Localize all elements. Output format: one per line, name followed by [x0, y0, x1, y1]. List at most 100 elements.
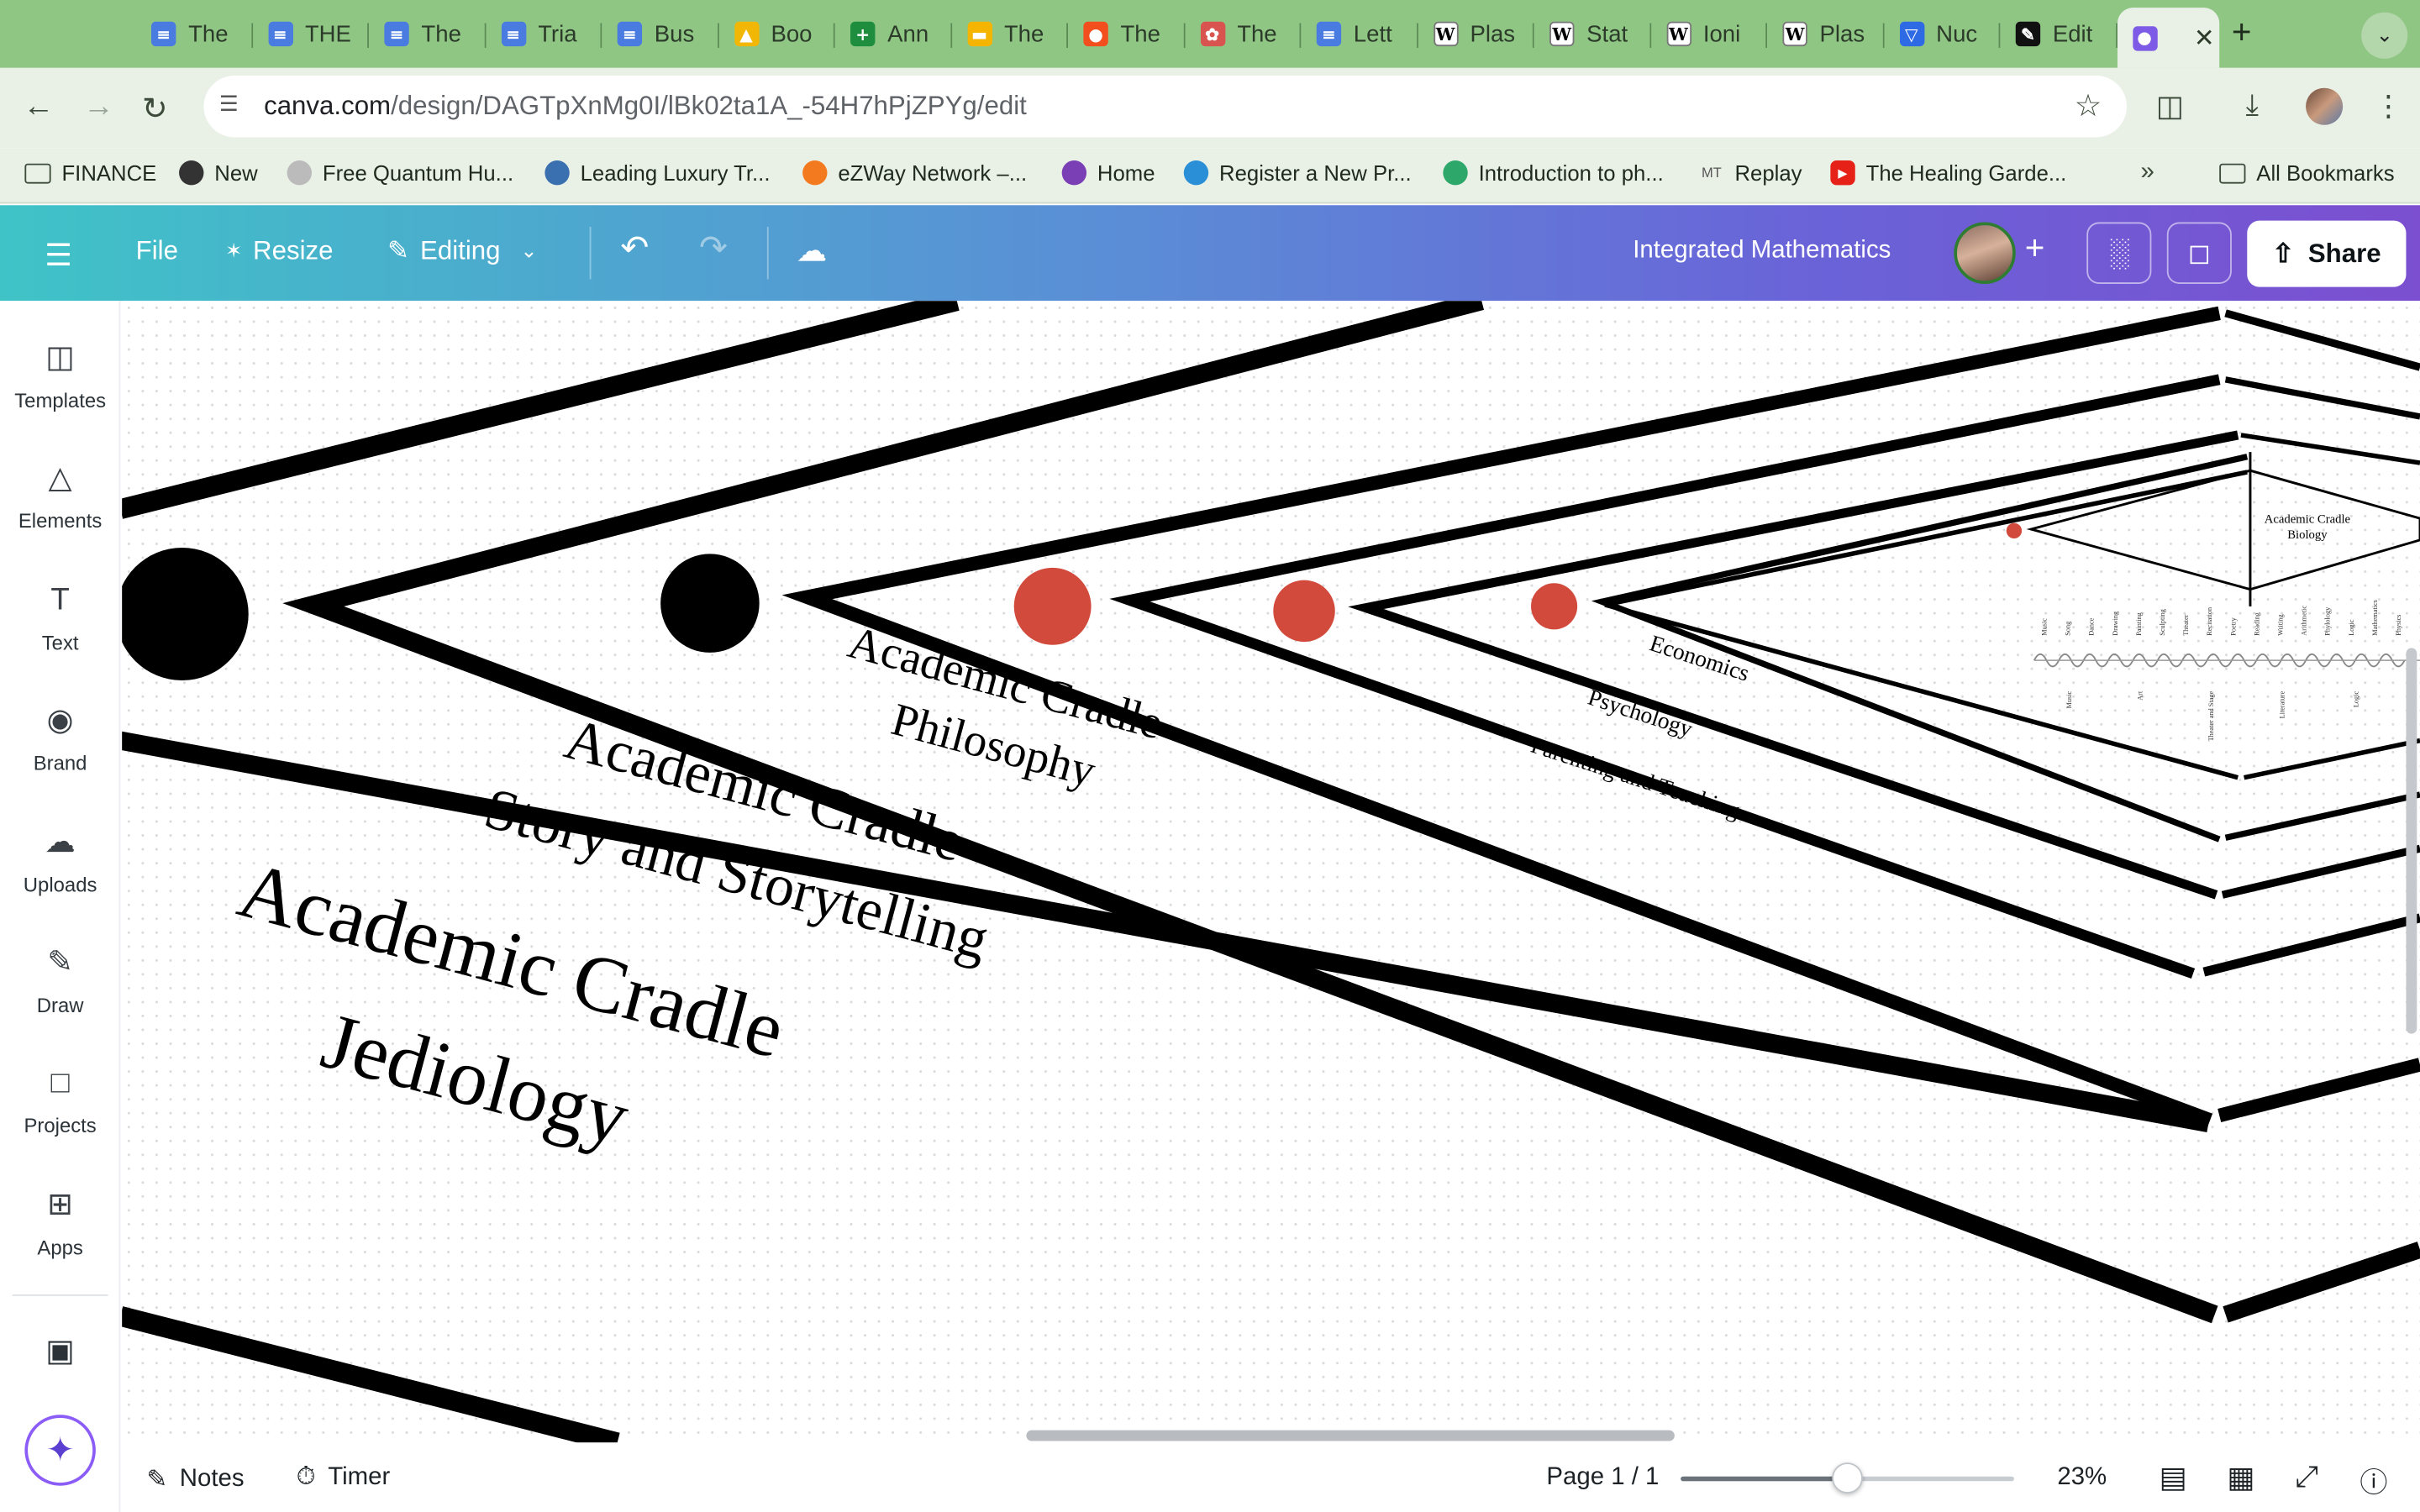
more-bookmarks-icon[interactable]: » — [2141, 159, 2154, 186]
design-artwork[interactable]: Academic Cradle Jediology Academic Cradl… — [122, 301, 2420, 1443]
tab-title: The — [188, 20, 229, 48]
bookmark-item[interactable]: New — [179, 160, 258, 186]
browser-tab[interactable]: ▽ Nuc — [1884, 9, 2001, 59]
zoom-slider[interactable] — [1681, 1462, 2014, 1494]
zoom-value[interactable]: 23% — [2057, 1464, 2107, 1492]
browser-tab[interactable]: ≡ THE — [252, 9, 369, 59]
tiny-bottom-labels: Music Art Theater and Stage Literature Logic — [2065, 690, 2360, 741]
browser-tab[interactable]: ▲ Boo — [718, 9, 835, 59]
page-view-icon[interactable]: ▤ — [2160, 1461, 2187, 1496]
editing-mode-dropdown[interactable]: ✎ Editing ⌄ — [387, 236, 537, 267]
bookmark-item[interactable]: Leading Luxury Tr... — [544, 160, 770, 186]
bookmark-item[interactable]: Free Quantum Hu... — [287, 160, 513, 186]
grid-view-icon[interactable]: ▦ — [2227, 1461, 2254, 1496]
browser-tab[interactable]: ● The — [1068, 9, 1185, 59]
bookmark-item[interactable]: Home — [1061, 160, 1155, 186]
sidebar-item-label: Elements — [18, 509, 103, 533]
file-menu[interactable]: File — [136, 236, 178, 267]
document-title[interactable]: Integrated Mathematics — [1633, 238, 1891, 265]
browser-tab[interactable]: W Plas — [1418, 9, 1534, 59]
resize-button[interactable]: ✶ Resize — [225, 236, 333, 267]
sidebar-item-draw[interactable]: ✎ Draw — [0, 944, 120, 1016]
bookmark-item[interactable]: Introduction to ph... — [1443, 160, 1664, 186]
sparkle-icon: ✦ — [45, 1430, 75, 1469]
label-psychology: Psychology — [1585, 684, 1696, 742]
browser-tab[interactable]: ● ✕ — [2117, 8, 2219, 68]
insights-button[interactable]: ░ — [2086, 222, 2152, 284]
bookmark-item[interactable]: Register a New Pr... — [1183, 160, 1412, 186]
browser-tab[interactable]: ≡ The — [369, 9, 486, 59]
browser-tab[interactable]: ≡ Tria — [486, 9, 602, 59]
browser-tab[interactable]: ≡ Lett — [1301, 9, 1418, 59]
horizontal-scrollbar[interactable] — [1026, 1430, 1675, 1441]
sidebar-item-apps[interactable]: ⊞ Apps — [0, 1186, 120, 1258]
design-canvas[interactable]: Academic Cradle Jediology Academic Cradl… — [122, 301, 2420, 1443]
sidebar-item-uploads[interactable]: ☁ Uploads — [0, 823, 120, 895]
edit-icon: ✎ — [2015, 21, 2041, 47]
bookmark-item[interactable]: eZWay Network –... — [802, 160, 1027, 186]
browser-tab[interactable]: ▬ The — [951, 9, 1069, 59]
cloud-saved-icon[interactable]: ☁ — [797, 232, 828, 270]
docs-icon: ≡ — [1316, 21, 1342, 47]
browser-tab[interactable]: ✎ Edit — [2000, 9, 2118, 59]
bookmark-item[interactable]: MT Replay — [1699, 160, 1802, 185]
browser-menu-icon[interactable]: ⋮ — [2374, 90, 2403, 125]
tab-title: Tria — [538, 20, 577, 48]
templates-icon: ◫ — [45, 340, 75, 375]
tiny-bottom-label: Logic — [2353, 691, 2360, 708]
browser-tab[interactable]: W Plas — [1767, 9, 1884, 59]
notes-button[interactable]: ✎ Notes — [146, 1464, 244, 1495]
magic-assistant-button[interactable]: ✦ — [24, 1415, 96, 1486]
right-edge-2 — [2224, 376, 2420, 420]
tab-title: The — [1003, 20, 1044, 48]
address-bar[interactable]: ☰ canva.com/design/DAGTpXnMg0I/lBk02ta1A… — [203, 75, 2128, 138]
tiny-top-label: Poetry — [2229, 617, 2237, 635]
tab-search-icon[interactable]: ⌄ — [2361, 12, 2408, 59]
page-indicator[interactable]: Page 1 / 1 — [1546, 1464, 1659, 1492]
extensions-icon[interactable]: ◫ — [2156, 90, 2184, 125]
bookmark-item[interactable]: FINANCE — [24, 160, 156, 185]
vertical-scrollbar[interactable] — [2406, 648, 2417, 1034]
zoom-slider-thumb[interactable] — [1832, 1462, 1863, 1494]
sidebar-item-templates[interactable]: ◫ Templates — [0, 339, 120, 412]
notes-icon: ✎ — [146, 1467, 168, 1494]
comments-button[interactable]: ◻ — [2166, 222, 2232, 284]
download-icon[interactable]: ⤓ — [2245, 90, 2258, 123]
all-bookmarks-label: All Bookmarks — [2256, 160, 2395, 186]
timer-button[interactable]: ⏱ Timer — [297, 1464, 391, 1492]
sidebar-item-elements[interactable]: △ Elements — [0, 460, 120, 533]
sidebar-item-text[interactable]: T Text — [0, 581, 120, 654]
browser-tab[interactable]: ≡ Bus — [602, 9, 718, 59]
all-bookmarks[interactable]: All Bookmarks — [2219, 160, 2395, 186]
main-menu-icon[interactable]: ☰ — [45, 236, 72, 275]
browser-tab[interactable]: + Ann — [835, 9, 952, 59]
browser-tab[interactable]: W Ioni — [1650, 9, 1768, 59]
image-icon[interactable]: ▣ — [0, 1331, 120, 1370]
url-text[interactable]: canva.com/design/DAGTpXnMg0I/lBk02ta1A_-… — [264, 91, 1027, 122]
reload-icon[interactable]: ↻ — [142, 90, 168, 129]
tab-title: Edit — [2052, 20, 2093, 48]
close-tab-icon[interactable]: ✕ — [2194, 23, 2215, 54]
site-settings-icon[interactable]: ☰ — [219, 91, 247, 118]
browser-tab[interactable]: ✿ The — [1185, 9, 1302, 59]
sidebar-item-brand[interactable]: ◉ Brand — [0, 702, 120, 774]
profile-avatar[interactable] — [2306, 87, 2344, 125]
bookmark-star-icon[interactable]: ☆ — [2075, 87, 2102, 125]
sidebar-item-label: Draw — [36, 993, 84, 1017]
sidebar-item-projects[interactable]: □ Projects — [0, 1065, 120, 1137]
red-dot-3 — [1531, 583, 1578, 630]
new-tab-icon[interactable]: + — [2232, 13, 2252, 53]
share-button[interactable]: ⇧ Share — [2247, 220, 2407, 287]
browser-tab[interactable]: ≡ The — [136, 9, 253, 59]
help-icon[interactable]: ⓘ — [2360, 1461, 2387, 1501]
user-avatar[interactable] — [1954, 222, 2016, 284]
fullscreen-icon[interactable]: ⤢ — [2295, 1461, 2318, 1494]
bookmark-item[interactable]: ▶ The Healing Garde... — [1830, 160, 2066, 186]
add-collaborator-icon[interactable]: + — [2025, 228, 2045, 269]
undo-icon[interactable]: ↶ — [620, 228, 649, 269]
forward-icon[interactable]: → — [83, 90, 114, 125]
back-icon[interactable]: ← — [24, 90, 55, 125]
browser-tab[interactable]: W Stat — [1534, 9, 1651, 59]
redo-icon[interactable]: ↷ — [699, 228, 728, 269]
youtube-icon: ▶ — [1830, 160, 1855, 186]
